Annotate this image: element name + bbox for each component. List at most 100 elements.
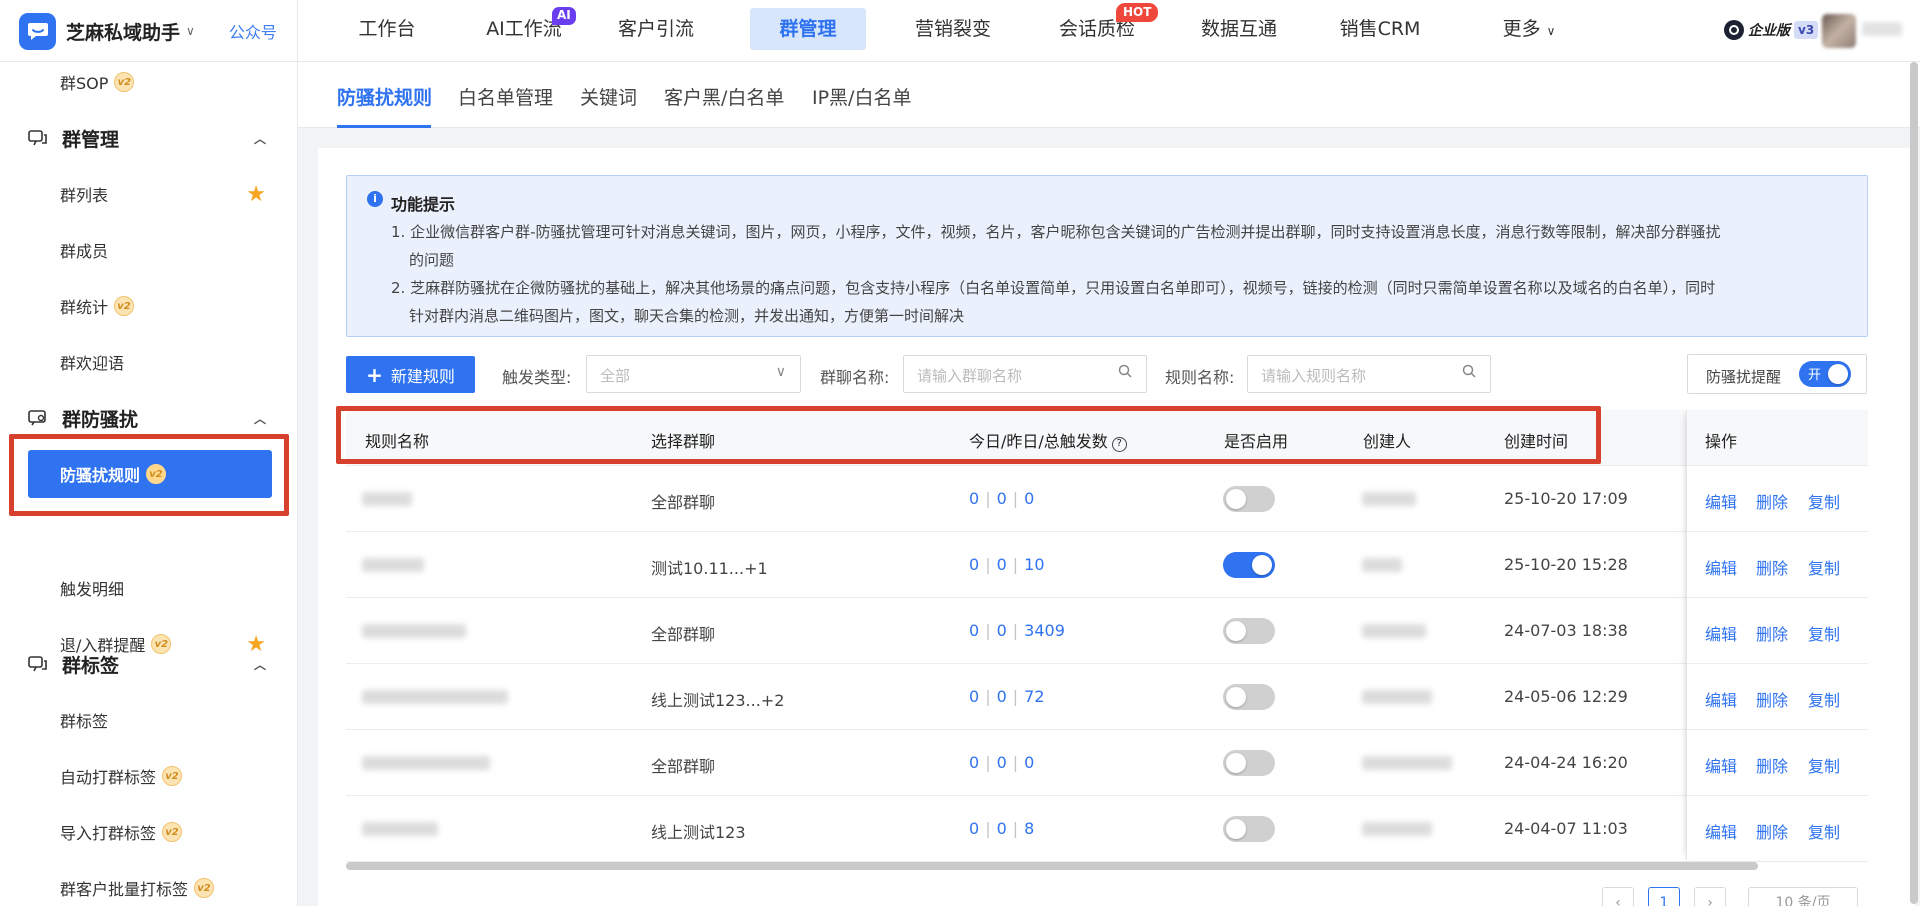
row-created-time: 25-10-20 17:09	[1504, 489, 1628, 508]
trigger-type-label: 触发类型:	[502, 368, 572, 387]
nav-ai-workflow[interactable]: AI工作流 AI	[474, 7, 576, 50]
rule-name-blurred[interactable]	[362, 690, 508, 704]
sidebar-item-group-sop[interactable]: 群SOP v2	[0, 62, 298, 102]
nav-marketing-fission[interactable]: 营销裂变	[908, 8, 998, 50]
app-logo-icon	[19, 12, 56, 50]
row-chat-cell: 全部群聊	[651, 625, 716, 644]
table-row: 测试10.11...+1 0 | 0 | 10 25-10-20 15:28 编辑 删除 复制	[346, 532, 1868, 598]
rule-name-blurred[interactable]	[362, 558, 424, 572]
sidebar-group-group-tags[interactable]: 群标签 ︿	[0, 644, 298, 684]
row-trigger-counts: 0 | 0 | 72	[969, 687, 1045, 706]
row-enabled-toggle[interactable]	[1223, 816, 1275, 842]
sidebar-item-auto-tag[interactable]: 自动打群标签 v2	[0, 756, 298, 796]
annotation-highlight-box	[336, 406, 1601, 464]
nav-workbench[interactable]: 工作台	[346, 8, 428, 50]
tab-whitelist[interactable]: 白名单管理	[458, 83, 553, 110]
search-icon[interactable]	[1462, 364, 1476, 382]
row-chat-cell: 全部群聊	[651, 493, 716, 512]
sidebar-group-group-management[interactable]: 群管理 ︿	[0, 118, 298, 158]
tab-customer-black-white-list[interactable]: 客户黑/白名单	[664, 83, 784, 110]
nav-session-qc[interactable]: 会话质检 HOT	[1052, 3, 1159, 50]
edition-badge[interactable]: 企业版 v3	[1724, 16, 1819, 44]
rule-name-blurred[interactable]	[362, 822, 438, 836]
sidebar-item-group-list[interactable]: 群列表 ★	[0, 174, 298, 214]
nav-more[interactable]: 更多 ∨	[1494, 8, 1564, 50]
app-name[interactable]: 芝麻私域助手	[66, 18, 180, 45]
shield-chat-icon	[28, 409, 48, 427]
annotation-highlight-box	[9, 434, 289, 516]
nav-data-sync[interactable]: 数据互通	[1194, 8, 1284, 50]
tab-ip-black-white-list[interactable]: IP黑/白名单	[812, 83, 911, 110]
chevron-up-icon: ︿	[253, 131, 266, 146]
star-icon[interactable]: ★	[246, 182, 266, 207]
row-enabled-toggle[interactable]	[1223, 486, 1275, 512]
table-row: 全部群聊 0 | 0 | 0 24-04-24 16:20 编辑 删除 复制	[346, 730, 1868, 796]
nav-group-management[interactable]: 群管理	[750, 8, 866, 50]
vertical-scrollbar[interactable]	[1910, 62, 1918, 904]
row-trigger-counts: 0 | 0 | 8	[969, 819, 1035, 838]
next-page-button[interactable]: ›	[1694, 887, 1726, 906]
harassment-reminder-toggle[interactable]: 开	[1799, 361, 1851, 387]
tab-keywords[interactable]: 关键词	[580, 83, 637, 110]
rule-name-blurred[interactable]	[362, 624, 466, 638]
sidebar-item-group-stats[interactable]: 群统计 v2	[0, 286, 298, 326]
new-rule-button[interactable]: + 新建规则	[346, 356, 475, 393]
sidebar-item-batch-tag[interactable]: 群客户批量打标签 v2	[0, 868, 298, 906]
sidebar-item-group-welcome[interactable]: 群欢迎语	[0, 342, 298, 382]
table-row: 线上测试123 0 | 0 | 8 24-04-07 11:03 编辑 删除 复制	[346, 796, 1868, 862]
row-enabled-toggle[interactable]	[1223, 618, 1275, 644]
trigger-type-select[interactable]: 全部 ∨	[586, 355, 801, 393]
notice-line: 针对群内消息二维码图片，图文，聊天合集的检测，并发出通知，方便第一时间解决	[409, 307, 965, 325]
row-chat-cell: 全部群聊	[651, 757, 716, 776]
page-size-select[interactable]: 10 条/页	[1748, 887, 1858, 906]
row-enabled-toggle[interactable]	[1223, 750, 1275, 776]
notice-line: 2. 芝麻群防骚扰在企微防骚扰的基础上，解决其他场景的痛点问题，包含支持小程序（…	[391, 279, 1716, 297]
rule-name-blurred[interactable]	[362, 492, 412, 506]
chat-name-search-input[interactable]: 请输入群聊名称	[903, 355, 1147, 393]
v2-badge-icon: v2	[162, 822, 183, 842]
sidebar-item-trigger-detail[interactable]: 触发明细	[0, 568, 298, 608]
fixed-actions-column-shadow	[1686, 410, 1868, 860]
row-created-time: 24-05-06 12:29	[1504, 687, 1628, 706]
sidebar-group-anti-harassment[interactable]: 群防骚扰 ︿	[0, 398, 298, 438]
avatar[interactable]	[1822, 14, 1856, 48]
brand: 芝麻私域助手 ∨ 公众号	[0, 0, 298, 62]
sidebar-item-group-members[interactable]: 群成员	[0, 230, 298, 270]
nav-sales-crm[interactable]: 销售CRM	[1332, 8, 1428, 50]
row-enabled-toggle[interactable]	[1223, 684, 1275, 710]
nav-customer-acquisition[interactable]: 客户引流	[612, 8, 700, 50]
row-created-time: 25-10-20 15:28	[1504, 555, 1628, 574]
sidebar-item-import-tag[interactable]: 导入打群标签 v2	[0, 812, 298, 852]
prev-page-button[interactable]: ‹	[1602, 887, 1634, 906]
row-created-time: 24-07-03 18:38	[1504, 621, 1628, 640]
row-trigger-counts: 0 | 0 | 10	[969, 555, 1045, 574]
rule-name-blurred[interactable]	[362, 756, 490, 770]
chevron-down-icon: ∨	[775, 364, 786, 380]
harassment-reminder-setting: 防骚扰提醒 开	[1687, 354, 1867, 394]
horizontal-scrollbar[interactable]	[346, 862, 1758, 870]
v2-badge-icon: v2	[114, 72, 135, 92]
chat-name-label: 群聊名称:	[820, 368, 890, 387]
tag-chat-icon	[28, 655, 48, 673]
hot-badge: HOT	[1116, 3, 1159, 22]
top-bar: 芝麻私域助手 ∨ 公众号 工作台 AI工作流 AI 客户引流 群管理 营销裂变 …	[0, 0, 1920, 62]
sidebar-item-tags[interactable]: 群标签	[0, 700, 298, 740]
creator-blurred	[1362, 492, 1416, 506]
row-trigger-counts: 0 | 0 | 0	[969, 489, 1035, 508]
user-name-blurred	[1862, 22, 1902, 36]
table-row: 全部群聊 0 | 0 | 3409 24-07-03 18:38 编辑 删除 复制	[346, 598, 1868, 664]
row-chat-cell: 测试10.11...+1	[651, 559, 768, 578]
page-number-current[interactable]: 1	[1648, 887, 1680, 906]
ai-badge: AI	[552, 7, 576, 25]
row-enabled-toggle[interactable]	[1223, 552, 1275, 578]
chevron-down-icon: ∨	[1546, 24, 1556, 38]
v2-badge-icon: v2	[162, 766, 183, 786]
tab-anti-harassment-rules[interactable]: 防骚扰规则	[337, 83, 432, 110]
wechat-official-link[interactable]: 公众号	[229, 19, 277, 43]
tab-bar: 防骚扰规则 白名单管理 关键词 客户黑/白名单 IP黑/白名单	[298, 62, 1920, 128]
creator-blurred	[1362, 756, 1452, 770]
search-icon[interactable]	[1118, 364, 1132, 382]
row-chat-cell: 线上测试123	[651, 823, 746, 842]
rule-name-search-input[interactable]: 请输入规则名称	[1247, 355, 1491, 393]
chevron-down-icon[interactable]: ∨	[186, 24, 195, 38]
